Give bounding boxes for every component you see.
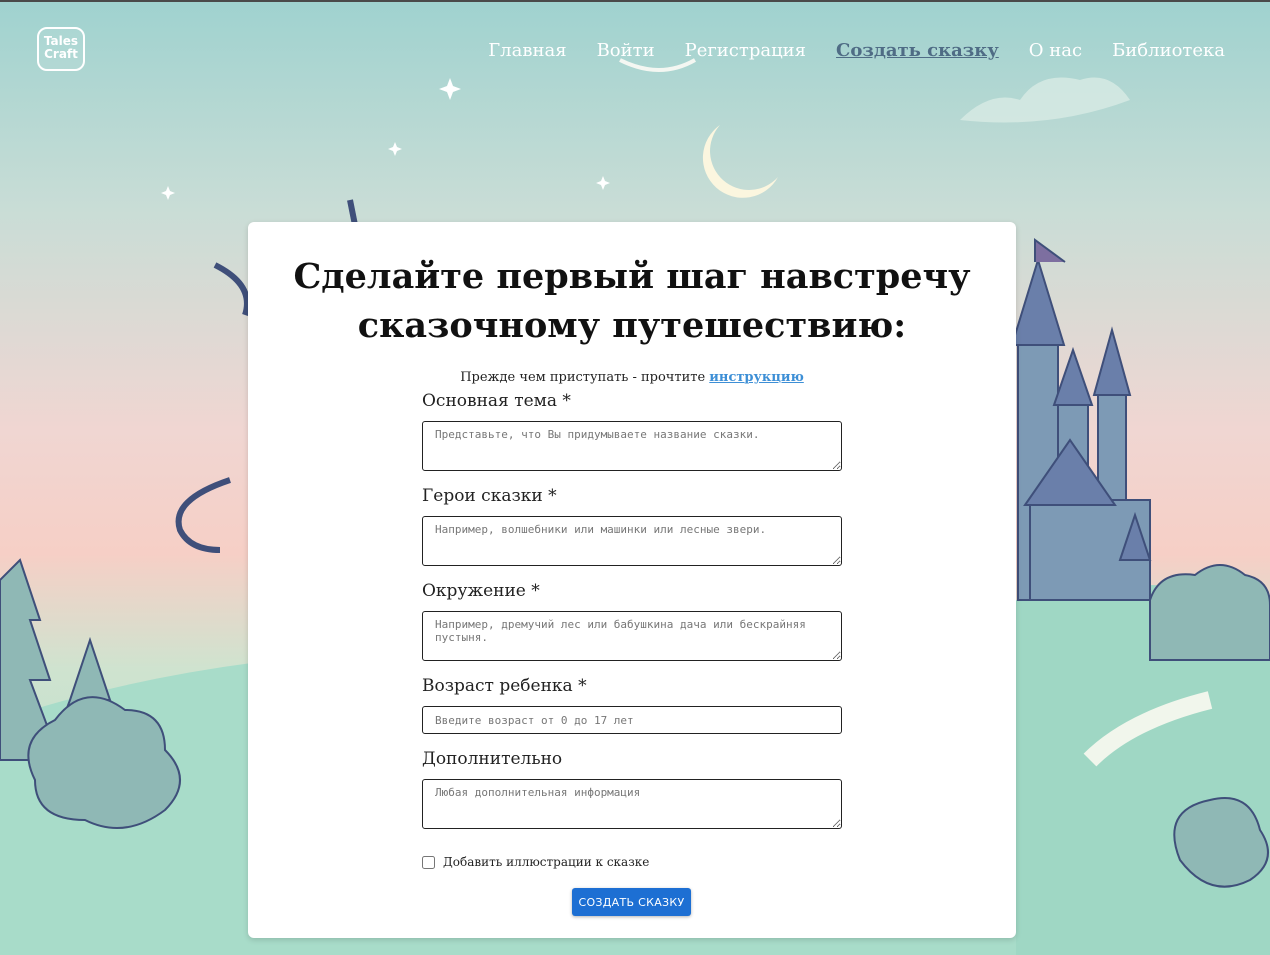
illustrations-label: Добавить иллюстрации к сказке xyxy=(443,855,650,869)
nav-create-tale[interactable]: Создать сказку xyxy=(836,40,999,61)
nav-login[interactable]: Войти xyxy=(597,40,655,61)
heroes-label: Герои сказки * xyxy=(422,486,557,506)
extra-label: Дополнительно xyxy=(422,749,563,769)
instruction-hint: Прежде чем приступать - прочтите инструк… xyxy=(248,370,1016,385)
instruction-link[interactable]: инструкцию xyxy=(709,370,804,385)
setting-field[interactable] xyxy=(422,611,842,661)
extra-field[interactable] xyxy=(422,779,842,829)
age-label: Возраст ребенка * xyxy=(422,676,587,696)
moon-shape xyxy=(702,125,778,198)
setting-label: Окружение * xyxy=(422,581,540,601)
page-title: Сделайте первый шаг навстречу сказочному… xyxy=(293,256,971,346)
nav-home[interactable]: Главная xyxy=(488,40,566,61)
nav-about[interactable]: О нас xyxy=(1029,40,1082,61)
hint-text: Прежде чем приступать - прочтите xyxy=(460,370,710,385)
castle xyxy=(1010,256,1152,601)
create-tale-button[interactable]: СОЗДАТЬ СКАЗКУ xyxy=(572,888,691,916)
illustrations-option[interactable]: Добавить иллюстрации к сказке xyxy=(422,855,842,869)
theme-label: Основная тема * xyxy=(422,391,571,411)
illustrations-checkbox[interactable] xyxy=(422,855,435,869)
nav-library[interactable]: Библиотека xyxy=(1112,40,1225,61)
theme-field[interactable] xyxy=(422,421,842,471)
heroes-field[interactable] xyxy=(422,516,842,566)
age-field[interactable] xyxy=(422,706,842,734)
stars xyxy=(161,78,610,200)
tales-craft-logo[interactable]: Tales Craft xyxy=(37,27,85,71)
main-nav: Главная Войти Регистрация Создать сказку… xyxy=(488,40,1225,61)
create-tale-card: Сделайте первый шаг навстречу сказочному… xyxy=(248,222,1016,938)
nav-register[interactable]: Регистрация xyxy=(685,40,806,61)
create-tale-form: Основная тема * Герои сказки * Окружение… xyxy=(422,390,842,869)
